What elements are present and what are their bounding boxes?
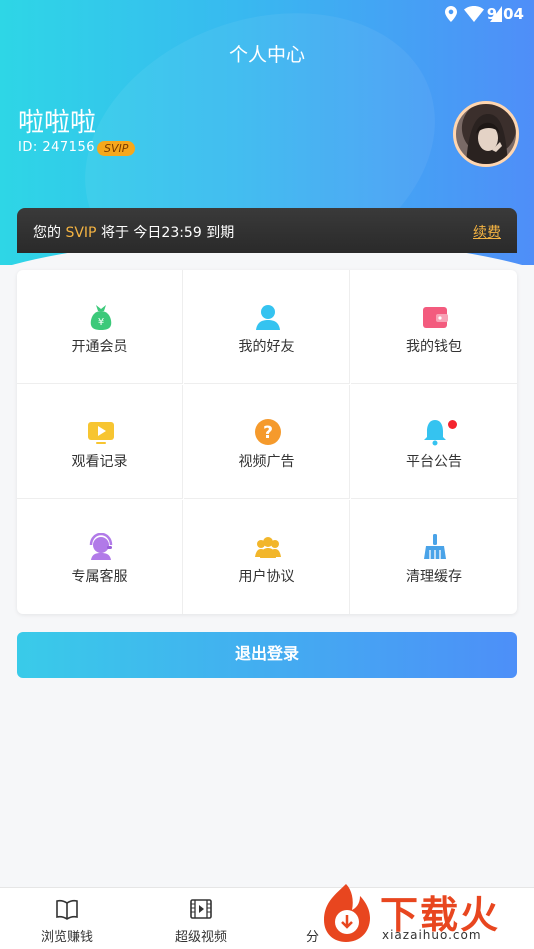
menu-grid: ¥ 开通会员 我的好友 我的钱包 观看记录 ? 视频广告 平台公告 专属客服 用… <box>17 270 517 614</box>
question-icon: ? <box>255 419 281 445</box>
watermark-url: xiazaihuo.com <box>382 928 482 942</box>
notification-dot <box>448 420 457 429</box>
logout-button[interactable]: 退出登录 <box>17 632 517 678</box>
menu-item-announcements[interactable]: 平台公告 <box>351 385 517 499</box>
tab-label: 超级视频 <box>174 930 227 945</box>
menu-item-customer-service[interactable]: 专属客服 <box>17 500 183 614</box>
tab-super-video[interactable]: 超级视频 <box>134 888 268 949</box>
user-icon <box>256 305 280 330</box>
vip-expiry-notice: 您的 SVIP 将于 今日23:59 到期 续费 <box>17 208 517 253</box>
avatar[interactable] <box>453 101 519 167</box>
status-time: 9:04 <box>486 5 524 23</box>
avatar-image <box>466 114 508 164</box>
vip-notice-expiry: 今日23:59 <box>133 225 202 241</box>
svip-badge: SVIP <box>97 141 136 156</box>
vip-notice-level: SVIP <box>65 225 97 241</box>
menu-item-user-agreement[interactable]: 用户协议 <box>184 500 350 614</box>
film-icon <box>190 899 212 919</box>
tab-browse-earn[interactable]: 浏览赚钱 <box>0 888 134 949</box>
book-icon <box>56 899 78 920</box>
menu-item-label: 开通会员 <box>71 339 128 355</box>
status-bar: 9:04 <box>0 0 534 28</box>
menu-item-clear-cache[interactable]: 清理缓存 <box>351 500 517 614</box>
menu-item-label: 平台公告 <box>406 454 462 470</box>
svg-text:¥: ¥ <box>98 317 104 328</box>
menu-item-label: 用户协议 <box>238 569 295 585</box>
flame-logo-icon <box>324 884 370 942</box>
username: 啦啦啦 <box>18 108 97 138</box>
money-bag-icon: ¥ <box>90 305 112 330</box>
vip-notice-suffix: 到期 <box>206 225 235 241</box>
svg-text:?: ? <box>263 423 273 443</box>
vip-notice-prefix: 您的 <box>33 225 61 241</box>
renew-link[interactable]: 续费 <box>473 222 501 242</box>
user-id: ID: 247156 <box>18 140 95 155</box>
menu-item-label: 观看记录 <box>71 454 128 470</box>
page-title: 个人中心 <box>228 44 305 66</box>
menu-item-label: 视频广告 <box>238 454 295 470</box>
menu-item-watch-history[interactable]: 观看记录 <box>17 385 183 499</box>
menu-item-friends[interactable]: 我的好友 <box>184 270 350 384</box>
menu-item-video-ads[interactable]: ? 视频广告 <box>184 385 350 499</box>
wifi-icon <box>464 6 484 22</box>
wallet-icon <box>423 307 448 328</box>
tv-play-icon <box>88 422 114 444</box>
menu-item-wallet[interactable]: 我的钱包 <box>351 270 517 384</box>
menu-item-label: 我的钱包 <box>406 339 462 355</box>
menu-item-label: 我的好友 <box>238 339 295 355</box>
bell-icon <box>424 420 446 446</box>
watermark: 下载火 xiazaihuo.com <box>310 878 534 949</box>
vip-notice-mid: 将于 <box>100 225 129 241</box>
vip-expiry-text: 您的 SVIP 将于 今日23:59 到期 <box>33 222 234 242</box>
menu-item-label: 清理缓存 <box>406 569 462 585</box>
tab-label: 浏览赚钱 <box>40 930 93 945</box>
location-icon <box>445 6 457 22</box>
menu-item-label: 专属客服 <box>71 569 128 585</box>
menu-item-open-vip[interactable]: ¥ 开通会员 <box>17 270 183 384</box>
group-icon <box>255 537 281 558</box>
headset-icon <box>89 533 113 560</box>
broom-icon <box>424 534 446 559</box>
